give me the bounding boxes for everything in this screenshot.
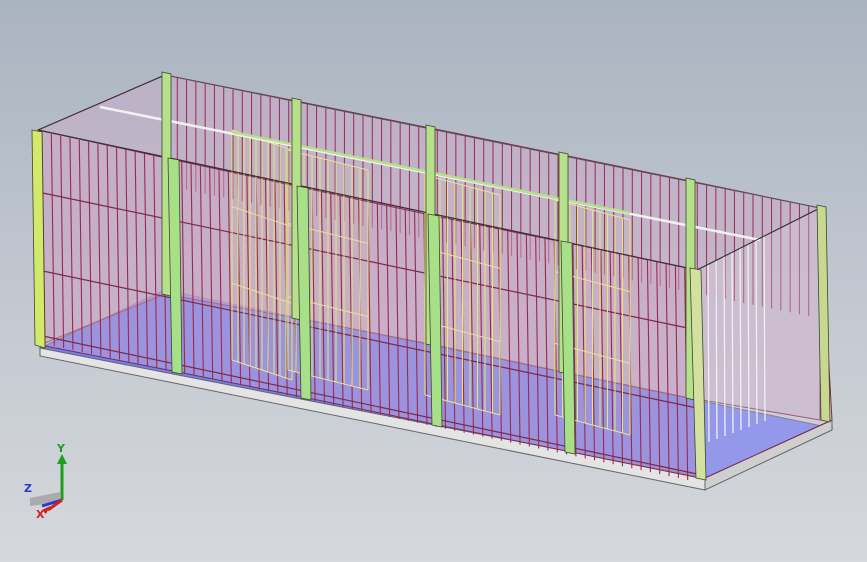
- z-axis-label: Z: [24, 482, 32, 495]
- y-axis-label: Y: [56, 442, 66, 455]
- orientation-triad: Y Z X: [24, 442, 67, 520]
- graphics-viewport[interactable]: Y Z X: [0, 0, 867, 562]
- cage-assembly-model[interactable]: [0, 0, 867, 562]
- x-axis-label: X: [36, 508, 45, 520]
